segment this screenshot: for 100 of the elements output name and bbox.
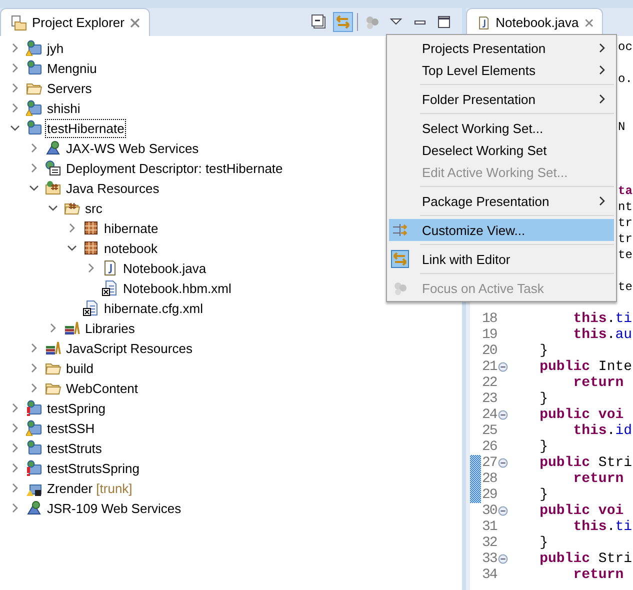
line-number: 21 bbox=[482, 359, 498, 375]
tree-item[interactable]: hibernate bbox=[102, 218, 160, 238]
tree-item[interactable]: notebook bbox=[102, 238, 160, 258]
code-line: o. bbox=[618, 72, 632, 86]
line-number: 34 bbox=[482, 567, 498, 583]
code-line: te bbox=[618, 280, 632, 294]
tree-item[interactable]: JavaScript Resources bbox=[64, 338, 194, 358]
view-title: Project Explorer bbox=[32, 15, 124, 30]
line-number: 30 bbox=[482, 503, 498, 519]
tree-item[interactable]: Notebook.java bbox=[121, 258, 208, 278]
tree-item[interactable]: Mengniu bbox=[45, 58, 99, 78]
editor-title: Notebook.java bbox=[496, 15, 579, 30]
code-line: tr bbox=[618, 216, 632, 230]
tree-item[interactable]: testStruts bbox=[45, 438, 104, 458]
tree-item[interactable]: src bbox=[83, 198, 104, 218]
code-line: } bbox=[538, 487, 548, 503]
tree-item[interactable]: Libraries bbox=[83, 318, 137, 338]
fold-icon[interactable] bbox=[498, 362, 508, 372]
fold-icon[interactable] bbox=[498, 410, 508, 420]
line-number: 20 bbox=[482, 343, 498, 359]
line-number: 25 bbox=[482, 423, 498, 439]
code-line: this.ti bbox=[572, 311, 632, 327]
project-icon bbox=[26, 60, 42, 76]
menu-item[interactable]: Link with Editor bbox=[389, 248, 614, 270]
tree-item[interactable]: testHibernate bbox=[45, 118, 126, 138]
tree-item[interactable]: hibernate.cfg.xml bbox=[102, 298, 205, 318]
line-number: 29 bbox=[482, 487, 498, 503]
code-line: oc bbox=[618, 40, 632, 54]
tree-item[interactable]: testSSH bbox=[45, 418, 97, 438]
code-line: } bbox=[538, 343, 548, 359]
project-error-icon bbox=[26, 400, 42, 416]
tree-item[interactable]: Notebook.hbm.xml bbox=[121, 278, 234, 298]
java-file-icon bbox=[102, 260, 118, 276]
project-warning-icon bbox=[26, 420, 42, 436]
project-warning-icon bbox=[26, 100, 42, 116]
line-number: 33 bbox=[482, 551, 498, 567]
tree-item[interactable]: testStrutsSpring bbox=[45, 458, 142, 478]
line-number: 27 bbox=[482, 455, 498, 471]
code-line: } bbox=[538, 391, 548, 407]
tree-item[interactable]: shishi bbox=[45, 98, 82, 118]
menu-item[interactable]: Top Level Elements bbox=[389, 59, 614, 81]
web-services-icon bbox=[26, 500, 42, 516]
close-icon[interactable] bbox=[129, 16, 142, 28]
fold-icon[interactable] bbox=[498, 554, 508, 564]
line-number: 28 bbox=[482, 471, 498, 487]
tree-item[interactable]: JSR-109 Web Services bbox=[45, 498, 184, 518]
web-services-icon bbox=[45, 140, 61, 156]
close-icon[interactable] bbox=[584, 16, 594, 28]
menu-item[interactable]: Customize View... bbox=[389, 219, 614, 241]
line-number: 18 bbox=[482, 311, 498, 327]
project-warning-icon bbox=[26, 40, 42, 56]
line-number: 19 bbox=[482, 327, 498, 343]
code-line: nt bbox=[618, 200, 632, 214]
line-number: 31 bbox=[482, 519, 498, 535]
xml-file-icon bbox=[83, 300, 99, 316]
descriptor-icon bbox=[45, 160, 61, 176]
source-folder-icon bbox=[64, 200, 80, 216]
code-line: te bbox=[618, 248, 632, 262]
menu-item[interactable]: Select Working Set... bbox=[389, 117, 614, 139]
xml-file-icon bbox=[102, 280, 118, 296]
tree-item[interactable]: Servers bbox=[45, 78, 94, 98]
code-line: this.id bbox=[572, 423, 632, 439]
minimize-icon bbox=[414, 20, 426, 24]
line-number: 22 bbox=[482, 375, 498, 391]
code-line: N bbox=[618, 120, 626, 134]
code-line: this.au bbox=[572, 327, 632, 343]
view-tab[interactable]: Project Explorer bbox=[0, 8, 150, 36]
menu-item[interactable]: Projects Presentation bbox=[389, 37, 614, 59]
tree-item[interactable]: Java Resources bbox=[64, 178, 162, 198]
line-number: 24 bbox=[482, 407, 498, 423]
fold-icon[interactable] bbox=[498, 506, 508, 516]
tree-item[interactable]: Zrender [trunk] bbox=[45, 478, 134, 498]
tree-item[interactable]: jyh bbox=[45, 38, 66, 58]
tree-item[interactable]: JAX-WS Web Services bbox=[64, 138, 201, 158]
code-line: return bbox=[572, 375, 624, 391]
menu-item[interactable]: Deselect Working Set bbox=[389, 139, 614, 161]
code-line: this.ti bbox=[572, 519, 632, 535]
tree-item[interactable]: testSpring bbox=[45, 398, 108, 418]
link-arrows-icon bbox=[392, 251, 408, 267]
libraries-icon bbox=[64, 320, 80, 336]
code-line: return bbox=[572, 471, 624, 487]
editor-tab[interactable]: Notebook.java bbox=[466, 8, 603, 36]
package-icon bbox=[83, 240, 99, 256]
code-line: } bbox=[538, 439, 548, 455]
code-line: tr bbox=[618, 232, 632, 246]
maximize-icon bbox=[436, 14, 452, 30]
menu-item[interactable]: Package Presentation bbox=[389, 190, 614, 212]
project-error-icon bbox=[26, 460, 42, 476]
focus-icon bbox=[392, 280, 408, 296]
tree-item[interactable]: WebContent bbox=[64, 378, 140, 398]
menu-item[interactable]: Folder Presentation bbox=[389, 88, 614, 110]
line-number: 32 bbox=[482, 535, 498, 551]
code-line: return bbox=[572, 567, 624, 583]
code-line: } bbox=[538, 535, 548, 551]
fold-icon[interactable] bbox=[498, 458, 508, 468]
link-arrows-icon bbox=[335, 14, 351, 30]
java-resources-icon bbox=[45, 180, 61, 196]
tree-item[interactable]: build bbox=[64, 358, 96, 378]
code-line: public Stri bbox=[538, 455, 632, 471]
tree-item[interactable]: Deployment Descriptor: testHibernate bbox=[64, 158, 285, 178]
